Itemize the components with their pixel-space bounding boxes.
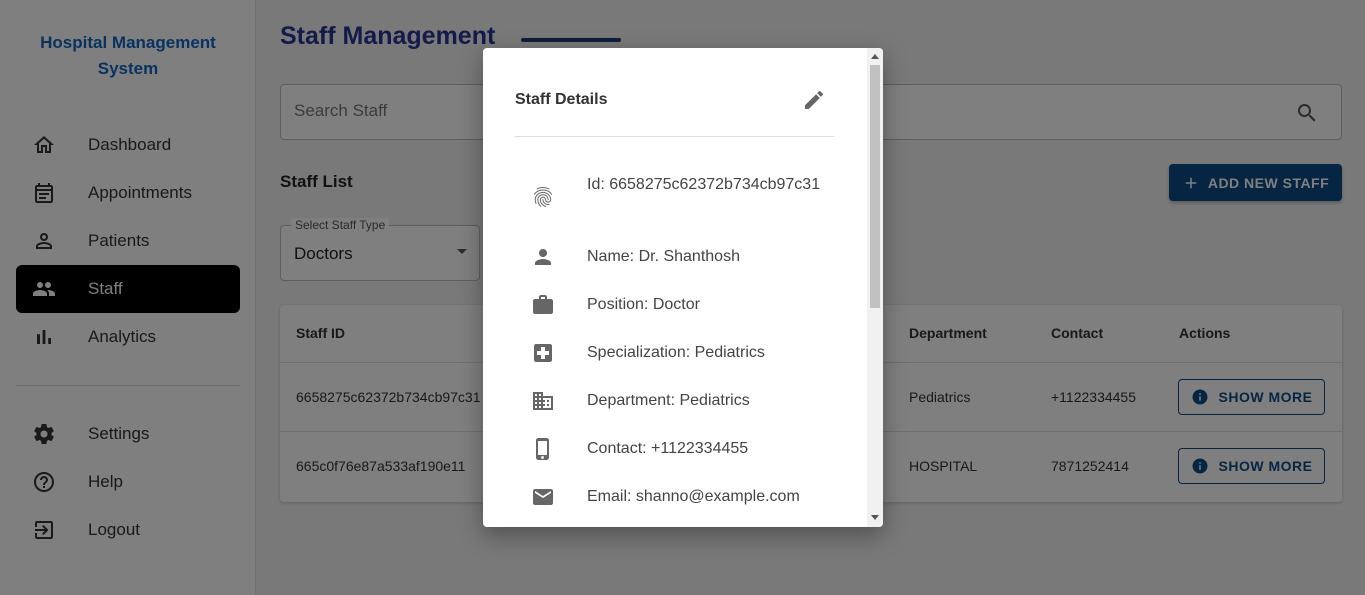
medical-icon [534,344,552,362]
modal-scrollbar[interactable] [867,48,883,527]
detail-department-text: Department: Pediatrics [587,392,750,409]
detail-name-text: Name: Dr. Shanthosh [587,248,740,265]
detail-name: Name: Dr. Shanthosh [531,245,837,269]
detail-specialization-text: Specialization: Pediatrics [587,344,765,361]
detail-department: Department: Pediatrics [531,389,837,413]
building-icon [533,392,553,410]
email-icon [533,489,553,505]
detail-email: Email: shanno@example.com [531,485,837,509]
detail-contact-text: Contact: +1122334455 [587,440,749,457]
modal-title: Staff Details [515,91,608,108]
detail-contact: Contact: +1122334455 [531,437,837,461]
detail-email-text: Email: shanno@example.com [587,488,800,505]
scroll-down-arrow-icon[interactable] [871,515,879,520]
detail-position: Position: Doctor [531,293,837,317]
detail-id: Id: 6658275c62372b734cb97c31 [531,173,837,209]
staff-details-modal: Staff Details Id: 6658275c62372b734cb97c… [483,48,883,527]
edit-icon[interactable] [802,88,826,112]
person-icon [535,249,551,265]
fingerprint-icon [533,187,552,207]
detail-position-text: Position: Doctor [587,296,700,313]
scroll-thumb[interactable] [870,65,880,308]
phone-icon [536,438,549,460]
briefcase-icon [533,295,553,314]
scroll-up-arrow-icon[interactable] [871,54,879,59]
modal-divider [515,136,834,137]
detail-id-text: Id: 6658275c62372b734cb97c31 [587,176,821,193]
detail-specialization: Specialization: Pediatrics [531,341,837,365]
